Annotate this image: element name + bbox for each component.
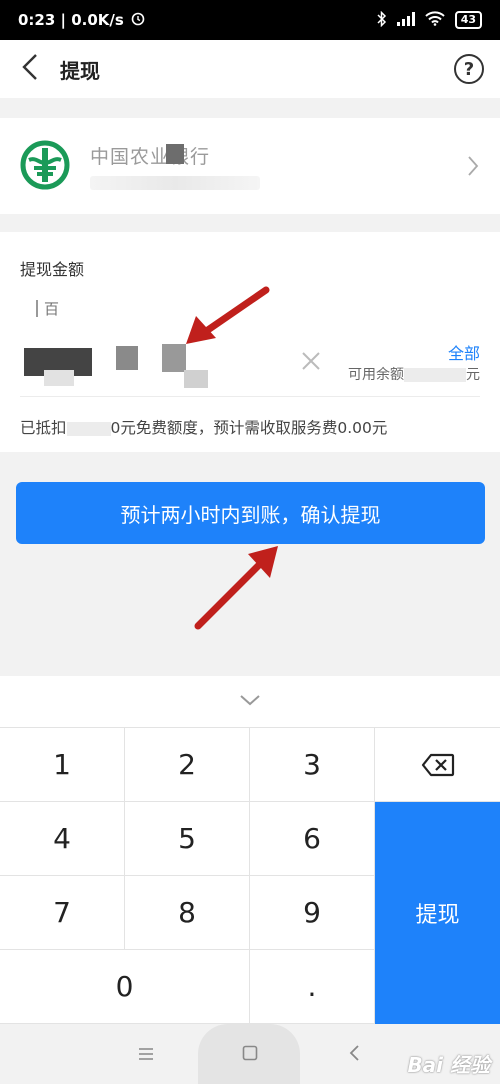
status-right: 43 (377, 10, 482, 30)
bank-name-redaction (166, 144, 184, 164)
divider (20, 396, 480, 397)
keypad-submit-button[interactable]: 提现 (375, 802, 500, 1024)
key-2[interactable]: 2 (125, 728, 250, 802)
status-time-speed: 0:23 | 0.0K/s (18, 11, 124, 29)
key-3[interactable]: 3 (250, 728, 375, 802)
alarm-icon (130, 10, 146, 30)
key-1[interactable]: 1 (0, 728, 125, 802)
key-5[interactable]: 5 (125, 802, 250, 876)
page-title: 提现 (60, 58, 100, 83)
confirm-withdraw-button[interactable]: 预计两小时内到账，确认提现 (16, 482, 485, 544)
key-9[interactable]: 9 (250, 876, 375, 950)
key-dot[interactable]: . (250, 950, 375, 1024)
home-icon[interactable] (242, 1045, 258, 1065)
bank-card-selector[interactable]: 中国农业银行 (0, 118, 500, 214)
key-2-label: 2 (178, 748, 196, 781)
amount-label: 提现金额 (20, 260, 85, 279)
close-icon (302, 352, 320, 370)
bluetooth-icon (377, 10, 387, 30)
available-redaction (404, 368, 466, 382)
key-1-label: 1 (53, 748, 71, 781)
fee-detail: 0元免费额度，预计需收取服务费0.00元 (110, 419, 388, 437)
status-left: 0:23 | 0.0K/s (18, 10, 146, 30)
chevron-left-icon (21, 53, 39, 85)
back-nav-icon[interactable] (348, 1044, 360, 1066)
unit-hint: 百 (35, 300, 60, 318)
key-3-label: 3 (303, 748, 321, 781)
key-0[interactable]: 0 (0, 950, 250, 1024)
fee-info: 已抵扣 0元免费额度，预计需收取服务费0.00元 (20, 416, 387, 438)
bank-account-redaction (90, 176, 260, 190)
keyboard-collapse-button[interactable] (0, 676, 500, 728)
back-button[interactable] (0, 40, 60, 98)
help-button[interactable]: ? (454, 54, 484, 84)
key-5-label: 5 (178, 822, 196, 855)
amount-redaction-2 (116, 346, 138, 370)
available-prefix: 可用余额 (348, 367, 404, 383)
fee-redaction (66, 421, 111, 436)
key-dot-label: . (307, 970, 317, 1003)
chevron-down-icon (239, 692, 261, 711)
bank-name: 中国农业银行 (90, 146, 211, 168)
key-8[interactable]: 8 (125, 876, 250, 950)
annotation-arrow-amount (186, 286, 270, 344)
amount-redaction-5 (44, 370, 74, 386)
key-7[interactable]: 7 (0, 876, 125, 950)
watermark: Bai 经验 (407, 1053, 490, 1077)
fee-prefix: 已抵扣 (20, 419, 67, 437)
available-balance: 可用余额 元 (348, 364, 480, 384)
menu-icon[interactable] (138, 1046, 154, 1065)
amount-redaction-4 (184, 370, 208, 388)
nav-bar: 提现 ? (0, 40, 500, 98)
signal-icon (396, 11, 415, 29)
battery-indicator: 43 (454, 11, 482, 29)
question-circle-icon: ? (463, 58, 475, 80)
status-bar: 0:23 | 0.0K/s 43 (0, 0, 500, 40)
annotation-arrow-confirm (194, 546, 278, 630)
withdraw-all-link[interactable]: 全部 (448, 340, 480, 364)
wifi-icon (424, 11, 445, 29)
backspace-icon (421, 753, 454, 776)
key-4[interactable]: 4 (0, 802, 125, 876)
key-7-label: 7 (53, 896, 71, 929)
chevron-right-icon (466, 154, 480, 178)
key-9-label: 9 (303, 896, 321, 929)
abc-bank-logo-icon (20, 140, 70, 190)
available-tail: 元 (466, 367, 480, 383)
clear-amount-button[interactable] (298, 348, 324, 374)
key-4-label: 4 (53, 822, 71, 855)
key-8-label: 8 (178, 896, 196, 929)
numeric-keypad: 1 2 3 4 5 6 7 8 9 0 . 提现 (0, 728, 500, 1024)
confirm-withdraw-label: 预计两小时内到账，确认提现 (120, 502, 381, 527)
delete-key[interactable] (375, 728, 500, 802)
keypad-submit-label: 提现 (415, 903, 460, 928)
system-nav-bar: Bai 经验 (0, 1024, 500, 1084)
key-6-label: 6 (303, 822, 321, 855)
key-6[interactable]: 6 (250, 802, 375, 876)
key-0-label: 0 (115, 970, 134, 1003)
